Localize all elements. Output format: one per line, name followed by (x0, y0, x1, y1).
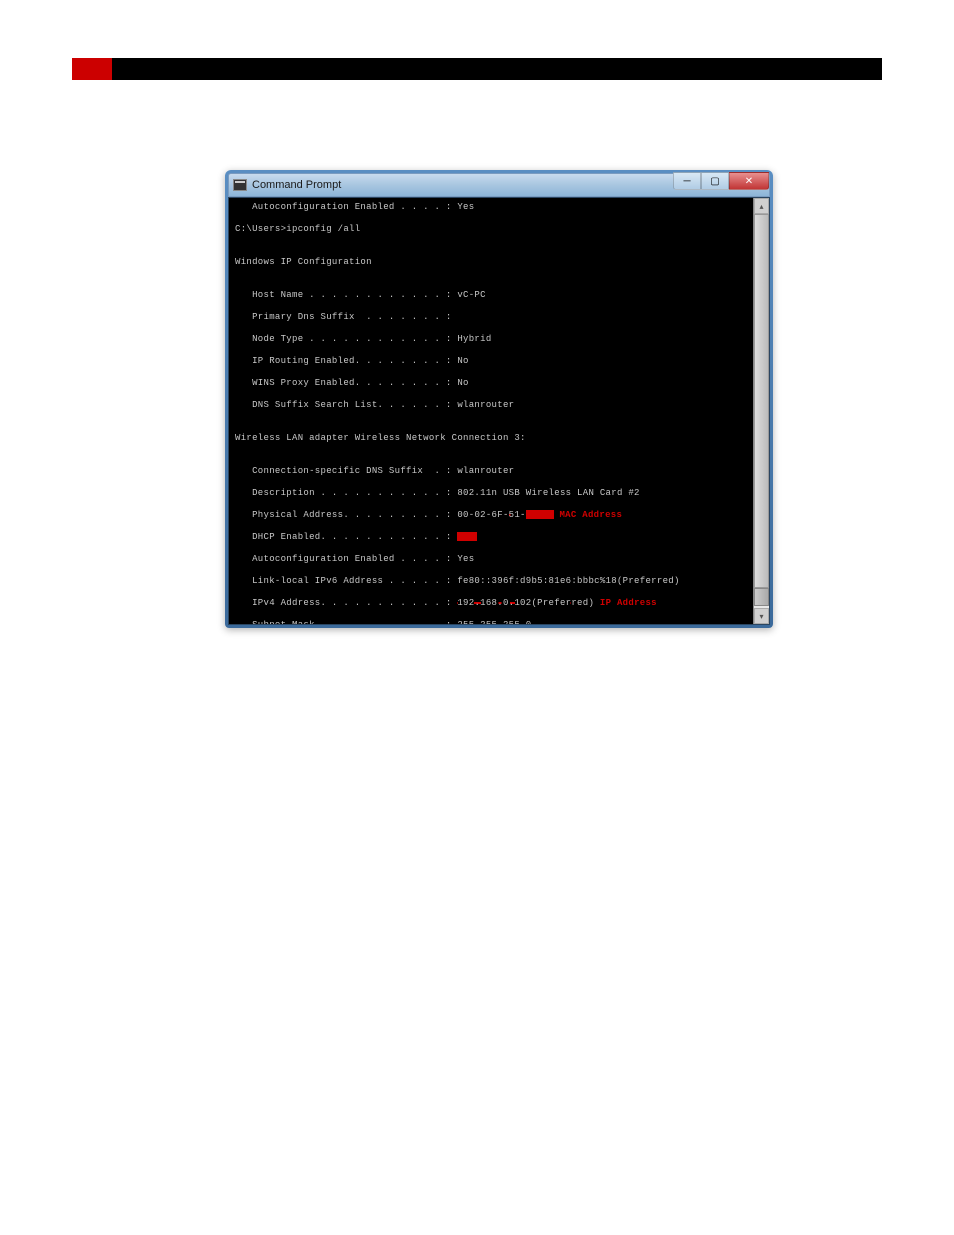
terminal-area: Autoconfiguration Enabled . . . . : Yes … (228, 197, 770, 625)
output-line: Physical Address. . . . . . . . . : 00-0… (235, 510, 747, 521)
output-line: Description . . . . . . . . . . . : 802.… (235, 488, 747, 499)
output-line: Autoconfiguration Enabled . . . . : Yes (235, 554, 747, 565)
output-line: IP Routing Enabled. . . . . . . . : No (235, 356, 747, 367)
close-icon: ✕ (745, 176, 753, 187)
output-line: DHCP Enabled. . . . . . . . . . . : Yes (235, 532, 747, 543)
output-line: DNS Suffix Search List. . . . . . : wlan… (235, 400, 747, 411)
output-line: Subnet Mask . . . . . . . . . . . : 255.… (235, 620, 747, 624)
scrollbar-track[interactable] (754, 214, 769, 588)
maximize-icon: ▢ (710, 176, 719, 187)
adapter-header: Wireless LAN adapter Wireless Network Co… (235, 433, 747, 444)
window-title: Command Prompt (252, 179, 341, 191)
cmd-icon (233, 179, 247, 191)
label: DHCP Enabled. . . . . . . . . . . : (235, 532, 457, 542)
output-line: Node Type . . . . . . . . . . . . : Hybr… (235, 334, 747, 345)
mac-address-value: 00-02-6F-51- (457, 510, 525, 520)
mac-address-annotation: MAC Address (554, 510, 622, 520)
ipv4-address-value: 192.168.0.102(Preferred) (457, 598, 594, 608)
header-red-accent (72, 58, 112, 80)
redacted-block: XX (526, 510, 554, 519)
scrollbar-thumb[interactable] (754, 588, 769, 606)
output-line: Connection-specific DNS Suffix . : wlanr… (235, 466, 747, 477)
section-header: Windows IP Configuration (235, 257, 747, 268)
redacted-block: Yes (457, 532, 477, 541)
output-line: Host Name . . . . . . . . . . . . : vC-P… (235, 290, 747, 301)
minimize-icon: ─ (683, 176, 690, 187)
output-line: WINS Proxy Enabled. . . . . . . . : No (235, 378, 747, 389)
prompt-line: C:\Users>ipconfig /all (235, 224, 747, 235)
maximize-button[interactable]: ▢ (701, 172, 729, 190)
chevron-down-icon: ▾ (759, 612, 763, 621)
window-titlebar[interactable]: Command Prompt ─ ▢ ✕ (228, 173, 770, 197)
label: Subnet Mask . . . . . . . . . . . : (235, 620, 457, 624)
command-prompt-window: Command Prompt ─ ▢ ✕ Autoconfiguration E… (225, 170, 773, 628)
output-line: IPv4 Address. . . . . . . . . . . : 192.… (235, 598, 747, 609)
output-line: Link-local IPv6 Address . . . . . : fe80… (235, 576, 747, 587)
vertical-scrollbar[interactable]: ▴ ▾ (753, 198, 769, 624)
minimize-button[interactable]: ─ (673, 172, 701, 190)
subnet-value: 255.255.255.0 (457, 620, 531, 624)
page-header-bar (72, 58, 882, 80)
window-controls: ─ ▢ ✕ (673, 172, 769, 190)
label: Physical Address. . . . . . . . . : (235, 510, 457, 520)
ip-address-annotation: IP Address (594, 598, 657, 608)
chevron-up-icon: ▴ (759, 202, 763, 211)
scroll-down-button[interactable]: ▾ (754, 608, 769, 624)
scroll-up-button[interactable]: ▴ (754, 198, 769, 214)
terminal-output[interactable]: Autoconfiguration Enabled . . . . : Yes … (229, 198, 753, 624)
label: IPv4 Address. . . . . . . . . . . : (235, 598, 457, 608)
close-button[interactable]: ✕ (729, 172, 769, 190)
output-line: Primary Dns Suffix . . . . . . . : (235, 312, 747, 323)
output-line: Autoconfiguration Enabled . . . . : Yes (235, 202, 747, 213)
